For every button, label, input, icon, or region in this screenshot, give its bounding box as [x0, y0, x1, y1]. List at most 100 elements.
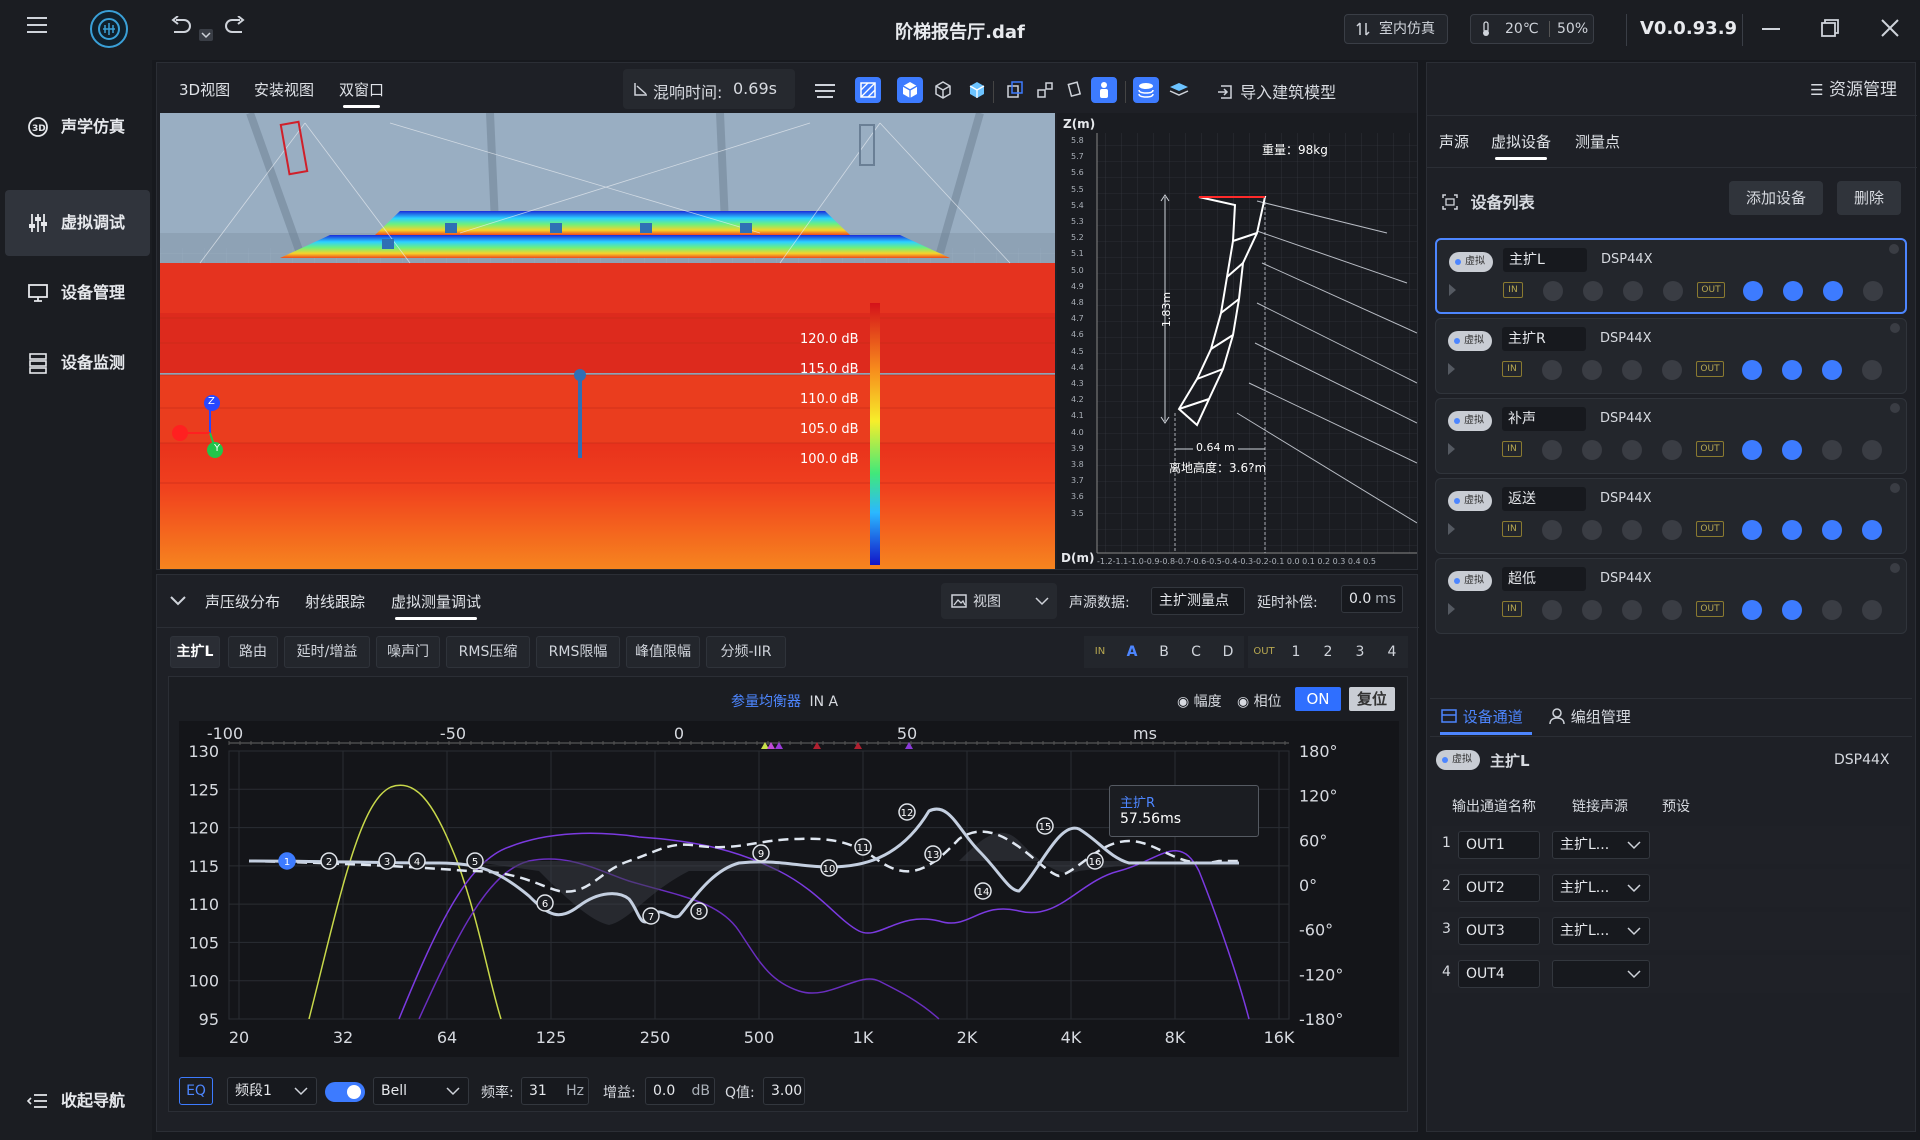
restore-icon[interactable]: [1820, 18, 1840, 44]
device-card[interactable]: 虚拟 主扩L DSP44X IN OUT: [1435, 238, 1907, 314]
subtab-noise-gate[interactable]: 噪声门: [376, 636, 440, 668]
in-port[interactable]: [1582, 440, 1602, 460]
in-port[interactable]: [1622, 440, 1642, 460]
layers-icon[interactable]: [1167, 78, 1191, 102]
out-port[interactable]: [1862, 440, 1882, 460]
in-port[interactable]: [1582, 360, 1602, 380]
delete-device-button[interactable]: 删除: [1837, 181, 1901, 215]
freq-input[interactable]: 31 Hz: [521, 1077, 589, 1105]
in-port[interactable]: [1542, 520, 1562, 540]
in-port[interactable]: [1663, 281, 1683, 301]
in-port[interactable]: [1542, 600, 1562, 620]
out-port[interactable]: [1822, 440, 1842, 460]
speaker-box-icon[interactable]: [1003, 78, 1027, 102]
out-port[interactable]: [1823, 281, 1843, 301]
output-name-input[interactable]: OUT2: [1458, 874, 1540, 902]
in-port[interactable]: [1542, 440, 1562, 460]
out-port[interactable]: [1862, 520, 1882, 540]
in-port[interactable]: [1582, 600, 1602, 620]
view-dropdown[interactable]: 视图: [941, 583, 1057, 619]
minimize-icon[interactable]: [1760, 18, 1782, 46]
collapse-nav-button[interactable]: 收起导航: [5, 1068, 150, 1134]
close-icon[interactable]: [1880, 18, 1900, 44]
delay-input[interactable]: 0.0 ms: [1341, 585, 1403, 613]
phase-toggle[interactable]: ◉ 相位: [1237, 691, 1282, 711]
sidebar-item-device-management[interactable]: 设备管理: [5, 260, 150, 326]
subtab-routing[interactable]: 路由: [228, 636, 278, 668]
filter-type-select[interactable]: Bell: [373, 1077, 469, 1105]
out-port[interactable]: [1822, 600, 1842, 620]
ceiling-toggle-icon[interactable]: [813, 79, 837, 103]
gain-input[interactable]: 0.0 dB: [645, 1077, 715, 1105]
climate-readout[interactable]: 20℃ 50%: [1470, 14, 1594, 44]
device-card[interactable]: 虚拟 返送 DSP44X IN OUT: [1435, 478, 1907, 554]
out-port[interactable]: [1862, 600, 1882, 620]
sidebar-item-acoustic-sim[interactable]: 3D 声学仿真: [5, 94, 150, 160]
out-port[interactable]: [1742, 440, 1762, 460]
wire-box-icon[interactable]: [931, 78, 955, 102]
tab-3d-view[interactable]: 3D视图: [179, 79, 230, 100]
expand-arrow-icon[interactable]: [1448, 363, 1455, 375]
tab-device-channels[interactable]: 设备通道: [1440, 706, 1523, 727]
in-port[interactable]: [1662, 440, 1682, 460]
tab-sources[interactable]: 声源: [1439, 131, 1469, 152]
in-port[interactable]: [1542, 360, 1562, 380]
reset-button[interactable]: 复位: [1349, 687, 1395, 711]
amplitude-toggle[interactable]: ◉ 幅度: [1177, 691, 1222, 711]
sidebar-item-virtual-tuning[interactable]: 虚拟调试: [5, 190, 150, 256]
in-channel-b[interactable]: B: [1148, 636, 1180, 668]
link-source-select[interactable]: 主扩L...: [1552, 917, 1650, 945]
out-port[interactable]: [1742, 360, 1762, 380]
link-source-select[interactable]: [1552, 960, 1650, 988]
tab-install-view[interactable]: 安装视图: [254, 79, 314, 100]
tab-virtual-devices[interactable]: 虚拟设备: [1491, 131, 1551, 160]
out-port[interactable]: [1742, 520, 1762, 540]
speaker-tilt-icon[interactable]: [1063, 78, 1087, 102]
layers-solid-icon[interactable]: [1133, 77, 1159, 103]
in-port[interactable]: [1623, 281, 1643, 301]
out-port[interactable]: [1822, 520, 1842, 540]
out-port[interactable]: [1782, 440, 1802, 460]
tab-group-management[interactable]: 编组管理: [1548, 706, 1631, 727]
eq-mode-button[interactable]: EQ: [179, 1077, 213, 1105]
expand-arrow-icon[interactable]: [1449, 284, 1456, 296]
out-port[interactable]: [1783, 281, 1803, 301]
in-port[interactable]: [1662, 360, 1682, 380]
in-port[interactable]: [1622, 600, 1642, 620]
out-channel-4[interactable]: 4: [1376, 636, 1408, 668]
tab-dual-window[interactable]: 双窗口: [339, 79, 384, 108]
link-source-select[interactable]: 主扩L...: [1552, 874, 1650, 902]
solid-box-icon[interactable]: [897, 77, 923, 103]
tab-ray-tracing[interactable]: 射线跟踪: [305, 591, 365, 612]
in-port[interactable]: [1583, 281, 1603, 301]
add-device-button[interactable]: 添加设备: [1729, 181, 1823, 215]
out-channel-2[interactable]: 2: [1312, 636, 1344, 668]
env-mode-button[interactable]: 室内仿真: [1344, 14, 1448, 44]
array-elevation-view[interactable]: Z(m) D(m) 5.8 5.7 5.6 5.5 5.4 5.3 5.2 5.1 5.0 4.9…: [1057, 113, 1417, 569]
q-input[interactable]: 3.00: [763, 1077, 805, 1105]
out-channel-3[interactable]: 3: [1344, 636, 1376, 668]
import-model-button[interactable]: 导入建筑模型: [1217, 79, 1336, 103]
in-port[interactable]: [1543, 281, 1563, 301]
sidebar-item-device-monitor[interactable]: 设备监测: [5, 330, 150, 396]
in-channel-c[interactable]: C: [1180, 636, 1212, 668]
on-button[interactable]: ON: [1295, 687, 1341, 711]
in-channel-a[interactable]: A: [1116, 636, 1148, 668]
out-port[interactable]: [1782, 520, 1802, 540]
expand-arrow-icon[interactable]: [1448, 603, 1455, 615]
out-port[interactable]: [1863, 281, 1883, 301]
3d-scene[interactable]: Z Y 120.0 dB 115.0 dB 110.0 dB 105.0 dB …: [160, 113, 1055, 569]
tab-spl-distribution[interactable]: 声压级分布: [205, 591, 280, 612]
speaker-array-icon[interactable]: [1033, 78, 1057, 102]
band-select[interactable]: 频段1: [227, 1077, 317, 1105]
device-card[interactable]: 虚拟 超低 DSP44X IN OUT: [1435, 558, 1907, 634]
subtab-crossover-iir[interactable]: 分频-IIR: [706, 636, 786, 668]
link-source-select[interactable]: 主扩L...: [1552, 831, 1650, 859]
in-port[interactable]: [1582, 520, 1602, 540]
out-port[interactable]: [1862, 360, 1882, 380]
subtab-delay-gain[interactable]: 延时/增益: [284, 636, 370, 668]
material-view-icon[interactable]: [855, 77, 881, 103]
person-marker-icon[interactable]: [1091, 77, 1117, 103]
out-port[interactable]: [1743, 281, 1763, 301]
in-port[interactable]: [1622, 520, 1642, 540]
